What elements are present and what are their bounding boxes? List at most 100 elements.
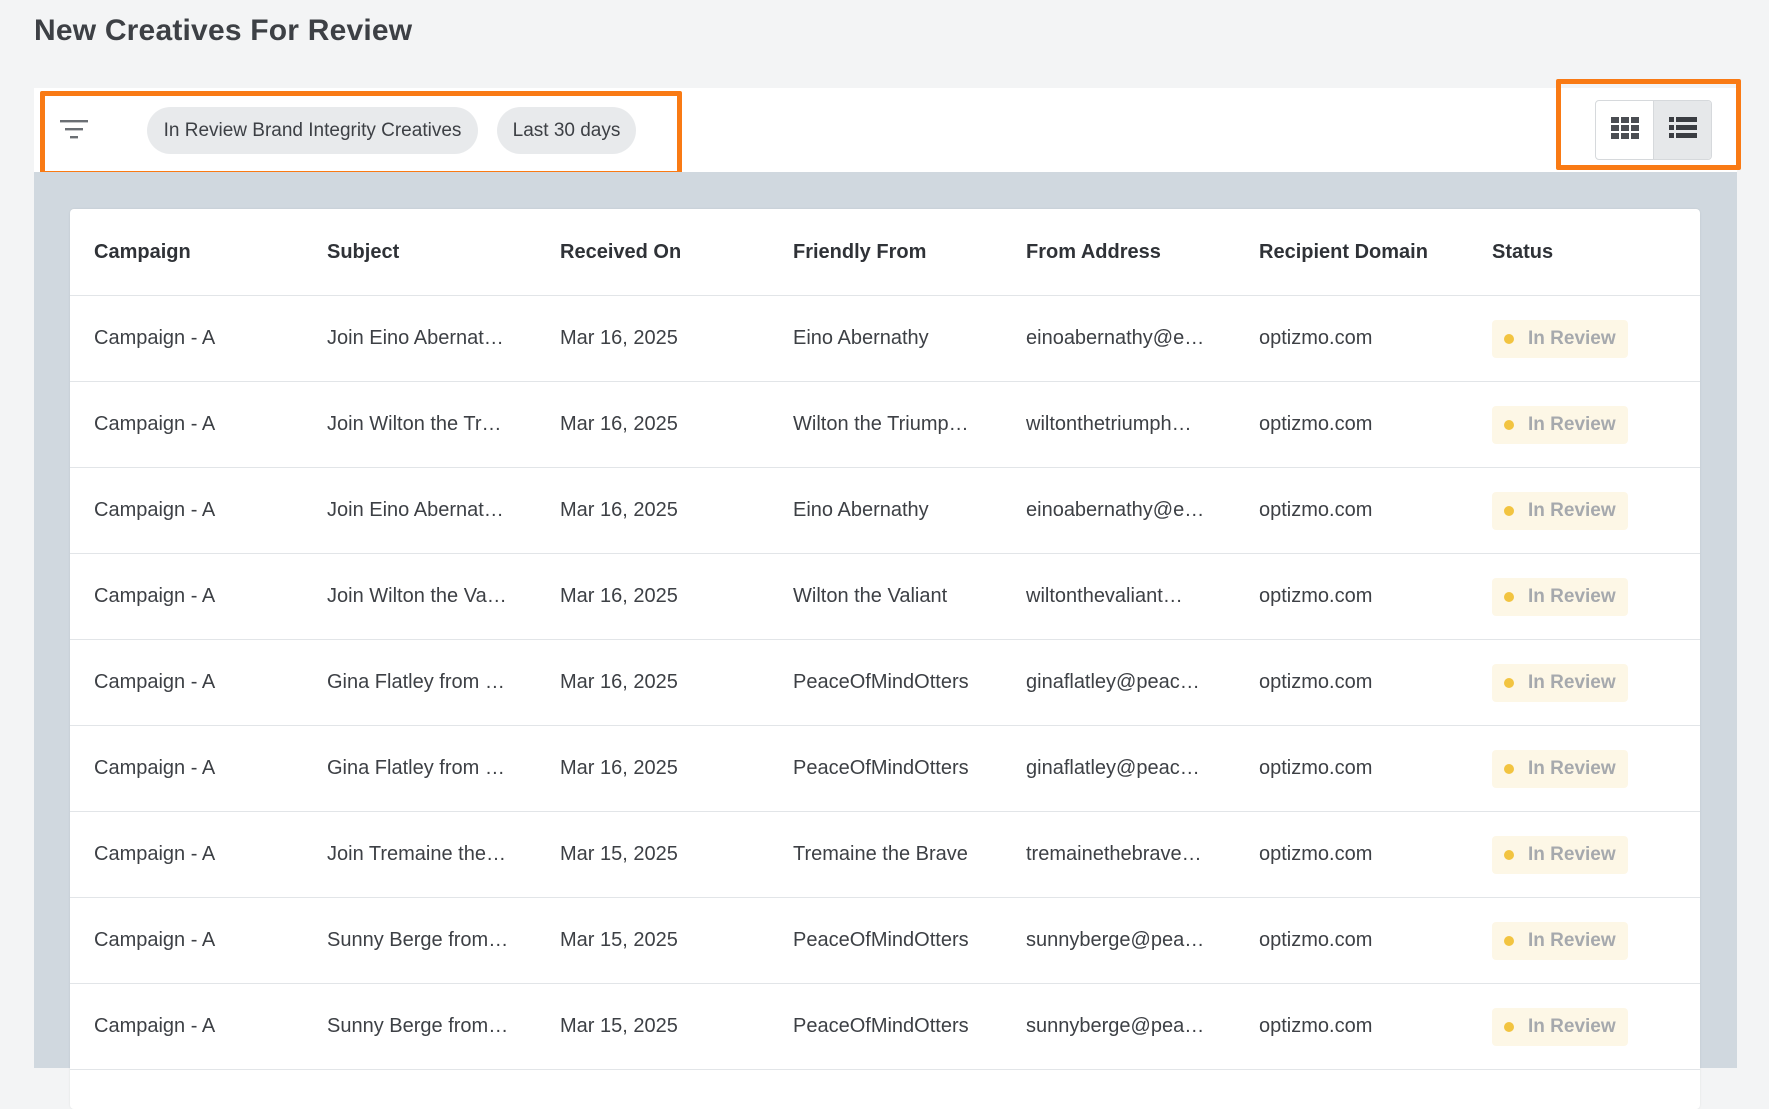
cell-recipient-domain: optizmo.com bbox=[1235, 295, 1468, 382]
column-header-friendly-from[interactable]: Friendly From bbox=[769, 209, 1002, 296]
column-header-campaign[interactable]: Campaign bbox=[70, 209, 303, 296]
table-header-row: Campaign Subject Received On Friendly Fr… bbox=[70, 209, 1700, 296]
cell-campaign-text: Campaign - A bbox=[94, 1015, 216, 1037]
cell-campaign-text: Campaign - A bbox=[94, 413, 216, 435]
cell-received-on-text: Mar 15, 2025 bbox=[560, 1015, 678, 1037]
table-row[interactable]: Campaign - A Join Wilton the Tr… Mar 16, 2… bbox=[70, 381, 1700, 468]
cell-received-on-text: Mar 16, 2025 bbox=[560, 757, 678, 779]
cell-received-on: Mar 15, 2025 bbox=[536, 983, 769, 1070]
cell-subject: Gina Flatley from … bbox=[303, 725, 536, 812]
table-row[interactable]: Campaign - A Sunny Berge from… Mar 15, 202… bbox=[70, 897, 1700, 984]
status-label: In Review bbox=[1528, 757, 1616, 779]
cell-received-on: Mar 15, 2025 bbox=[536, 897, 769, 984]
cell-received-on: Mar 16, 2025 bbox=[536, 553, 769, 640]
cell-status: In Review bbox=[1468, 639, 1700, 726]
cell-subject: Join Wilton the Tr… bbox=[303, 381, 536, 468]
cell-from-address-text: wiltonthetriumph… bbox=[1026, 413, 1192, 435]
cell-campaign: Campaign - A bbox=[70, 725, 303, 812]
column-header-from-address[interactable]: From Address bbox=[1002, 209, 1235, 296]
table-row[interactable]: Campaign - A Gina Flatley from … Mar 16, 2… bbox=[70, 639, 1700, 726]
cell-from-address: sunnyberge@pea… bbox=[1002, 897, 1235, 984]
cell-friendly-from: PeaceOfMindOtters bbox=[769, 897, 1002, 984]
cell-status: In Review bbox=[1468, 553, 1700, 640]
column-header-subject[interactable]: Subject bbox=[303, 209, 536, 296]
cell-recipient-domain: optizmo.com bbox=[1235, 811, 1468, 898]
status-badge: In Review bbox=[1492, 921, 1628, 960]
cell-from-address-text: ginaflatley@peac… bbox=[1026, 671, 1200, 693]
cell-received-on: Mar 16, 2025 bbox=[536, 381, 769, 468]
cell-from-address-text: einoabernathy@e… bbox=[1026, 499, 1205, 521]
cell-friendly-from-text: PeaceOfMindOtters bbox=[793, 671, 969, 693]
table-row[interactable]: Campaign - A Join Eino Abernat… Mar 16, 20… bbox=[70, 295, 1700, 382]
cell-friendly-from-text: Eino Abernathy bbox=[793, 499, 929, 521]
cell-subject-text: Sunny Berge from… bbox=[327, 1015, 509, 1037]
cell-received-on-text: Mar 15, 2025 bbox=[560, 843, 678, 865]
cell-subject-text: Join Wilton the Va… bbox=[327, 585, 507, 607]
table-row[interactable]: Campaign - A Join Wilton the Va… Mar 16, 2… bbox=[70, 553, 1700, 640]
status-badge: In Review bbox=[1492, 835, 1628, 874]
cell-recipient-domain-text: optizmo.com bbox=[1259, 757, 1373, 779]
cell-recipient-domain-text: optizmo.com bbox=[1259, 843, 1373, 865]
cell-recipient-domain: optizmo.com bbox=[1235, 983, 1468, 1070]
creatives-table-card: Campaign Subject Received On Friendly Fr… bbox=[70, 209, 1700, 1109]
status-label: In Review bbox=[1528, 585, 1616, 607]
cell-friendly-from-text: PeaceOfMindOtters bbox=[793, 757, 969, 779]
column-header-recipient-domain[interactable]: Recipient Domain bbox=[1235, 209, 1468, 296]
cell-campaign-text: Campaign - A bbox=[94, 929, 216, 951]
cell-received-on: Mar 16, 2025 bbox=[536, 639, 769, 726]
cell-campaign: Campaign - A bbox=[70, 811, 303, 898]
status-badge: In Review bbox=[1492, 749, 1628, 788]
status-label: In Review bbox=[1528, 843, 1616, 865]
view-toggle-highlight-box bbox=[1556, 79, 1741, 170]
cell-status: In Review bbox=[1468, 897, 1700, 984]
cell-friendly-from: Eino Abernathy bbox=[769, 467, 1002, 554]
cell-campaign: Campaign - A bbox=[70, 983, 303, 1070]
status-dot-icon bbox=[1504, 591, 1514, 602]
cell-recipient-domain: optizmo.com bbox=[1235, 725, 1468, 812]
table-row[interactable]: Campaign - A Sunny Berge from… Mar 15, 202… bbox=[70, 983, 1700, 1070]
table-row[interactable]: Campaign - A Join Eino Abernat… Mar 16, 20… bbox=[70, 467, 1700, 554]
cell-recipient-domain-text: optizmo.com bbox=[1259, 327, 1373, 349]
cell-subject-text: Sunny Berge from… bbox=[327, 929, 509, 951]
status-badge: In Review bbox=[1492, 663, 1628, 702]
cell-friendly-from-text: Tremaine the Brave bbox=[793, 843, 968, 865]
cell-campaign-text: Campaign - A bbox=[94, 499, 216, 521]
cell-friendly-from: Eino Abernathy bbox=[769, 295, 1002, 382]
cell-friendly-from: PeaceOfMindOtters bbox=[769, 639, 1002, 726]
cell-status: In Review bbox=[1468, 811, 1700, 898]
status-dot-icon bbox=[1504, 505, 1514, 516]
status-dot-icon bbox=[1504, 677, 1514, 688]
cell-received-on: Mar 16, 2025 bbox=[536, 725, 769, 812]
cell-from-address: einoabernathy@e… bbox=[1002, 467, 1235, 554]
cell-friendly-from-text: Wilton the Triump… bbox=[793, 413, 969, 435]
cell-subject: Join Eino Abernat… bbox=[303, 295, 536, 382]
cell-recipient-domain-text: optizmo.com bbox=[1259, 1015, 1373, 1037]
cell-friendly-from-text: Wilton the Valiant bbox=[793, 585, 948, 607]
status-dot-icon bbox=[1504, 763, 1514, 774]
status-badge: In Review bbox=[1492, 577, 1628, 616]
column-header-received-on[interactable]: Received On bbox=[536, 209, 769, 296]
cell-friendly-from: Wilton the Valiant bbox=[769, 553, 1002, 640]
cell-recipient-domain: optizmo.com bbox=[1235, 381, 1468, 468]
table-row[interactable]: Campaign - A Gina Flatley from … Mar 16, 2… bbox=[70, 725, 1700, 812]
cell-status: In Review bbox=[1468, 725, 1700, 812]
cell-received-on-text: Mar 16, 2025 bbox=[560, 671, 678, 693]
status-label: In Review bbox=[1528, 671, 1616, 693]
column-header-status[interactable]: Status bbox=[1468, 209, 1700, 296]
cell-from-address: wiltonthetriumph… bbox=[1002, 381, 1235, 468]
filters-highlight-box bbox=[40, 91, 682, 176]
status-badge: In Review bbox=[1492, 319, 1628, 358]
cell-received-on: Mar 16, 2025 bbox=[536, 295, 769, 382]
page-title: New Creatives For Review bbox=[34, 14, 413, 47]
cell-status: In Review bbox=[1468, 983, 1700, 1070]
status-dot-icon bbox=[1504, 849, 1514, 860]
cell-recipient-domain: optizmo.com bbox=[1235, 639, 1468, 726]
cell-campaign: Campaign - A bbox=[70, 897, 303, 984]
cell-subject-text: Join Wilton the Tr… bbox=[327, 413, 502, 435]
cell-from-address: ginaflatley@peac… bbox=[1002, 725, 1235, 812]
cell-campaign: Campaign - A bbox=[70, 639, 303, 726]
table-row[interactable]: Campaign - A Join Tremaine the… Mar 15, 20… bbox=[70, 811, 1700, 898]
cell-subject: Join Tremaine the… bbox=[303, 811, 536, 898]
status-dot-icon bbox=[1504, 333, 1514, 344]
status-label: In Review bbox=[1528, 929, 1616, 951]
